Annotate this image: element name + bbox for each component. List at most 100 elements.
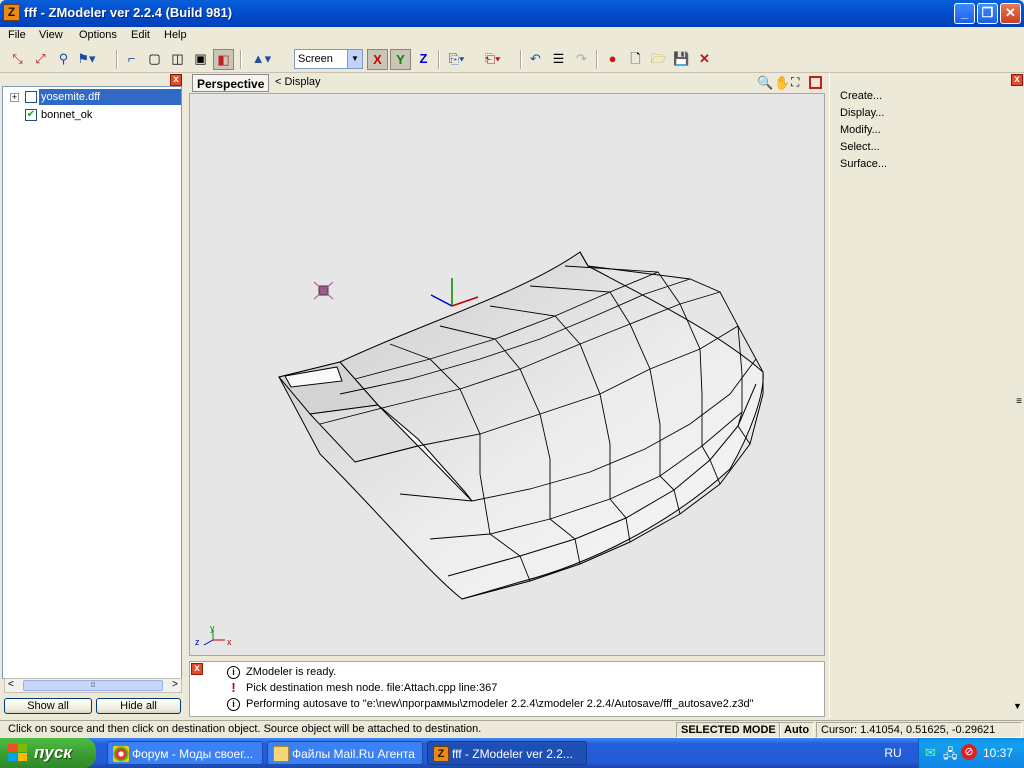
- axis-y-toggle[interactable]: Y: [390, 49, 411, 70]
- hide-all-button[interactable]: Hide all: [96, 698, 181, 714]
- display-menu[interactable]: < Display: [275, 76, 321, 88]
- security-icon[interactable]: ⊘: [961, 744, 977, 760]
- close-button[interactable]: ✕: [1000, 3, 1021, 24]
- clock[interactable]: 10:37: [983, 746, 1013, 760]
- redo-icon[interactable]: ↷: [571, 49, 592, 70]
- maximize-button[interactable]: ❐: [977, 3, 998, 24]
- scrollbar-thumb[interactable]: ⦙⦙⦙: [23, 680, 163, 691]
- axis-z-toggle[interactable]: Z: [413, 49, 434, 70]
- wire-mode-icon[interactable]: ◧: [213, 49, 234, 70]
- minimize-button[interactable]: _: [954, 3, 975, 24]
- zoom-extents-icon[interactable]: ⛶: [791, 75, 799, 90]
- scroll-left-icon[interactable]: <: [8, 679, 14, 690]
- undo-icon[interactable]: ↶: [525, 49, 546, 70]
- pivot-gizmo[interactable]: [430, 278, 479, 307]
- undo-list-icon[interactable]: ☰: [548, 49, 569, 70]
- show-all-button[interactable]: Show all: [4, 698, 92, 714]
- zmodeler-app-icon[interactable]: Z: [3, 4, 20, 21]
- object-mode-icon[interactable]: ◫: [167, 49, 188, 70]
- title-bar[interactable]: Z fff - ZModeler ver 2.2.4 (Build 981) _…: [0, 0, 1024, 27]
- scroll-down-icon[interactable]: ▼: [1013, 701, 1022, 711]
- axis-label-y: y: [210, 623, 215, 633]
- task-mailru[interactable]: Файлы Mail.Ru Агента: [267, 741, 423, 765]
- start-button[interactable]: пуск: [0, 738, 96, 768]
- zmodeler-app-icon: Z: [433, 746, 449, 762]
- mail-agent-icon[interactable]: ✉: [925, 745, 936, 761]
- task-label: fff - ZModeler ver 2.2...: [452, 747, 573, 761]
- close-icon[interactable]: x: [1011, 74, 1023, 86]
- viewport-canvas[interactable]: z y x: [190, 94, 825, 656]
- coord-system-value: Screen: [298, 53, 333, 65]
- group-mode-icon[interactable]: ▣: [190, 49, 211, 70]
- tree-item-yosemite[interactable]: yosemite.dff: [39, 89, 181, 105]
- tree-checkbox-bonnet[interactable]: ✔: [25, 109, 37, 121]
- close-icon[interactable]: x: [170, 74, 182, 86]
- vertex-mode-icon[interactable]: ⌐: [121, 49, 142, 70]
- select-edge-icon[interactable]: ⤢: [30, 49, 51, 70]
- message-line: Pick destination mesh node. file:Attach.…: [246, 682, 498, 694]
- axis-label-x: x: [227, 637, 232, 647]
- record-icon[interactable]: ●: [602, 49, 623, 70]
- select-mode-dropdown-icon[interactable]: ⚑▾: [76, 49, 97, 70]
- status-auto[interactable]: Auto: [779, 722, 815, 738]
- select-vertex-icon[interactable]: ⤡: [7, 49, 28, 70]
- chevron-down-icon[interactable]: ▼: [347, 50, 362, 68]
- 3d-viewport[interactable]: z y x: [189, 93, 825, 656]
- tree-item-bonnet[interactable]: bonnet_ok: [39, 107, 94, 123]
- save-disk-icon[interactable]: 💾: [671, 49, 692, 70]
- menu-view[interactable]: View: [39, 29, 63, 41]
- object-tree[interactable]: + yosemite.dff ✔ bonnet_ok: [2, 86, 182, 679]
- pivot-dropdown-icon[interactable]: ▲▾: [251, 49, 272, 70]
- task-label: Форум - Моды своег...: [132, 747, 254, 761]
- language-indicator[interactable]: RU: [868, 738, 918, 768]
- menu-bar: File View Options Edit Help: [0, 27, 1024, 46]
- main-toolbar: ⤡ ⤢ ⚲ ⚑▾ ⌐ ▢ ◫ ▣ ◧ ▲▾ Screen ▼ X Y Z ⎘▾ …: [0, 46, 1024, 73]
- windows-logo-icon: [8, 744, 27, 761]
- command-display[interactable]: Display...: [840, 107, 884, 119]
- status-hint: Click on source and then click on destin…: [8, 723, 482, 735]
- folder-icon: [273, 746, 289, 762]
- menu-file[interactable]: File: [8, 29, 26, 41]
- command-select[interactable]: Select...: [840, 141, 880, 153]
- menu-options[interactable]: Options: [79, 29, 117, 41]
- pan-hand-icon[interactable]: ✋: [774, 75, 790, 91]
- chrome-icon: [113, 746, 129, 762]
- tree-horizontal-scrollbar[interactable]: < ⦙⦙⦙ >: [4, 678, 182, 693]
- maximize-viewport-icon[interactable]: [809, 76, 822, 89]
- zoom-icon[interactable]: 🔍: [757, 75, 773, 91]
- status-bar: Click on source and then click on destin…: [0, 720, 1024, 738]
- import-dropdown-icon[interactable]: ⎘▾: [446, 49, 467, 70]
- tree-checkbox-yosemite[interactable]: [25, 91, 37, 103]
- export-dropdown-icon[interactable]: ⎗▾: [482, 49, 503, 70]
- axis-x-toggle[interactable]: X: [367, 49, 388, 70]
- viewport-view-name[interactable]: Perspective: [192, 74, 270, 92]
- task-label: Файлы Mail.Ru Агента: [292, 747, 415, 761]
- info-icon: i: [227, 698, 240, 711]
- expand-icon[interactable]: +: [10, 93, 19, 102]
- command-surface[interactable]: Surface...: [840, 158, 887, 170]
- command-create[interactable]: Create...: [840, 90, 882, 102]
- command-modify[interactable]: Modify...: [840, 124, 881, 136]
- open-folder-icon[interactable]: 🗁: [648, 49, 669, 70]
- delete-icon[interactable]: ✕: [694, 49, 715, 70]
- scroll-right-icon[interactable]: >: [172, 679, 178, 690]
- message-log[interactable]: x i ZModeler is ready. ! Pick destinatio…: [189, 661, 825, 717]
- close-icon[interactable]: x: [191, 663, 203, 675]
- status-mode: SELECTED MODE: [676, 722, 781, 738]
- panel-scroll-grip-icon[interactable]: ≡: [1016, 396, 1022, 407]
- coord-system-select[interactable]: Screen ▼: [294, 49, 363, 69]
- task-forum[interactable]: Форум - Моды своег...: [107, 741, 263, 765]
- face-mode-icon[interactable]: ▢: [144, 49, 165, 70]
- menu-help[interactable]: Help: [164, 29, 187, 41]
- menu-edit[interactable]: Edit: [131, 29, 150, 41]
- task-zmodeler[interactable]: Z fff - ZModeler ver 2.2...: [427, 741, 587, 765]
- new-file-icon[interactable]: 🗋: [625, 49, 646, 70]
- start-label: пуск: [34, 743, 72, 762]
- warning-icon: !: [231, 680, 236, 695]
- network-icon[interactable]: 🖧: [943, 745, 958, 767]
- light-source-marker[interactable]: [313, 281, 334, 300]
- bonnet-mesh[interactable]: [278, 251, 764, 600]
- axis-label-z: z: [195, 637, 200, 647]
- select-object-icon[interactable]: ⚲: [53, 49, 74, 70]
- system-tray: ✉ 🖧 ⊘ 10:37: [918, 738, 1024, 768]
